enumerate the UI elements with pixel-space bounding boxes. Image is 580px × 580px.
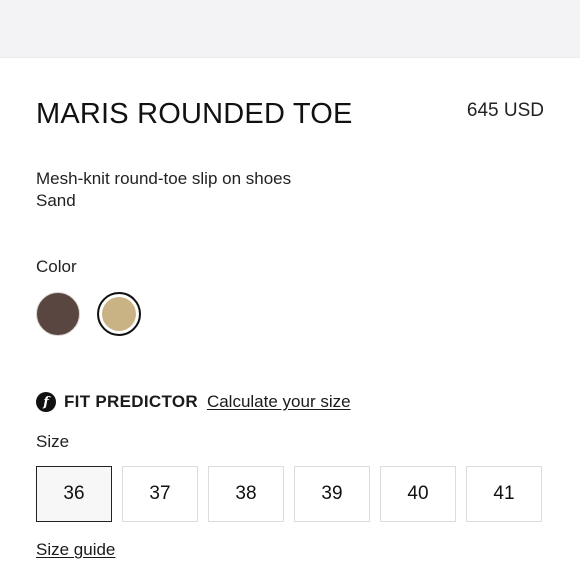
description-text: Mesh-knit round-toe slip on shoes [36, 169, 292, 188]
header-band [0, 0, 580, 58]
size-selector: 36 37 38 39 40 41 [36, 466, 542, 522]
product-price: 645 USD [466, 100, 544, 121]
size-option-38[interactable]: 38 [208, 466, 284, 522]
calculate-size-link[interactable]: Calculate your size [207, 392, 351, 412]
fit-predictor: f FIT PREDICTOR Calculate your size [36, 391, 351, 413]
product-title: MARIS ROUNDED TOE [36, 98, 353, 130]
color-label: Color [36, 257, 77, 276]
fit-predictor-icon: f [36, 392, 56, 412]
product-description: Mesh-knit round-toe slip on shoes Sand [36, 168, 291, 212]
size-option-36[interactable]: 36 [36, 466, 112, 522]
color-swatch-sand[interactable] [97, 292, 141, 336]
size-option-40[interactable]: 40 [380, 466, 456, 522]
color-swatch-brown[interactable] [36, 292, 80, 336]
size-label: Size [36, 432, 70, 451]
fit-predictor-title: FIT PREDICTOR [64, 392, 198, 411]
color-name: Sand [36, 191, 76, 210]
size-option-37[interactable]: 37 [122, 466, 198, 522]
size-option-41[interactable]: 41 [466, 466, 542, 522]
size-guide-link[interactable]: Size guide [36, 540, 115, 560]
size-option-39[interactable]: 39 [294, 466, 370, 522]
product-details: MARIS ROUNDED TOE 645 USD Mesh-knit roun… [0, 58, 580, 580]
